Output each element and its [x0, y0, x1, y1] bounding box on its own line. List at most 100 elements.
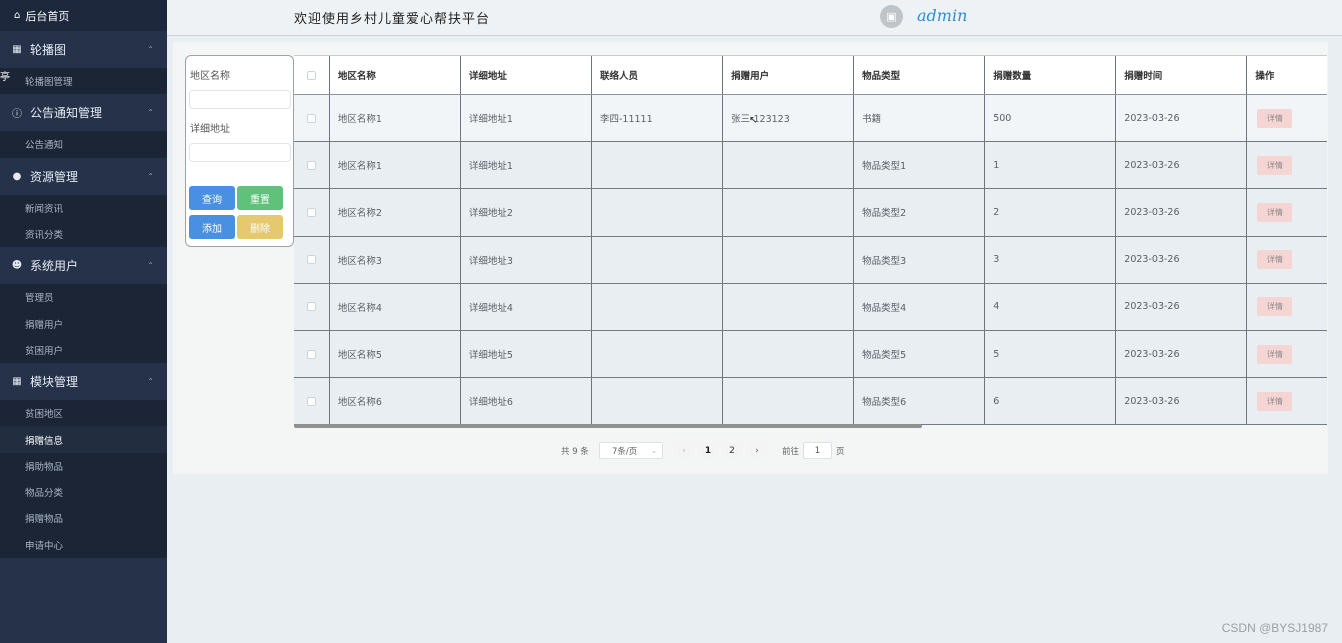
add-button[interactable]: 添加: [189, 215, 235, 239]
sidebar-group-label: 公告通知管理: [30, 106, 103, 121]
column-header: 物品类型: [854, 56, 986, 94]
row-select-cell: [294, 283, 330, 330]
search-card: 地区名称 详细地址 查询 重置 添加 删除: [185, 55, 294, 247]
cell-address: 详细地址6: [461, 378, 592, 425]
query-button[interactable]: 查询: [189, 186, 235, 210]
column-header: 地区名称: [330, 56, 461, 94]
row-select-cell: [294, 95, 330, 142]
row-checkbox[interactable]: [306, 113, 316, 123]
reset-button[interactable]: 重置: [237, 186, 283, 210]
cell-address: 详细地址4: [461, 283, 592, 330]
page-number-2[interactable]: 2: [722, 442, 742, 459]
sidebar-item-donated-goods[interactable]: 捐赠物品: [0, 505, 167, 531]
cell-quantity: 1: [985, 142, 1117, 189]
cell-region: 地区名称5: [330, 331, 461, 378]
cell-region: 地区名称1: [330, 142, 461, 189]
table-row[interactable]: 地区名称1 详细地址1 李四-11111 张三-123123 书籍 500 20…: [294, 95, 1327, 143]
detail-button[interactable]: 详情: [1257, 202, 1293, 222]
region-label: 地区名称: [190, 71, 230, 82]
pagination-total: 共 9 条: [561, 446, 589, 457]
chevron-left-icon: ‹: [682, 445, 686, 456]
sidebar-group-notice[interactable]: ⓘ 公告通知管理 ⌃: [0, 94, 167, 131]
sidebar-group-modules[interactable]: ▦ 模块管理 ⌃: [0, 363, 167, 400]
sidebar-item-news-category[interactable]: 资讯分类: [0, 221, 167, 247]
cell-quantity: 4: [985, 283, 1117, 330]
row-checkbox[interactable]: [306, 302, 316, 312]
cell-goods-type: 物品类型4: [854, 283, 986, 330]
column-header: 捐赠数量: [985, 56, 1117, 94]
image-icon: ▦: [12, 44, 22, 55]
region-input[interactable]: [189, 90, 291, 109]
row-checkbox[interactable]: [306, 396, 316, 406]
sidebar-group-carousel[interactable]: ▦ 轮播图 ⌃: [0, 31, 167, 68]
table-row[interactable]: 地区名称2 详细地址2 物品类型2 2 2023-03-26 详情: [294, 189, 1327, 237]
detail-button[interactable]: 详情: [1257, 344, 1293, 364]
chevron-up-icon: ⌃: [147, 261, 154, 271]
cell-time: 2023-03-26: [1116, 189, 1248, 236]
page-number-1[interactable]: 1: [698, 442, 718, 459]
select-all-checkbox[interactable]: [306, 70, 316, 80]
table-row[interactable]: 地区名称4 详细地址4 物品类型4 4 2023-03-26 详情: [294, 283, 1327, 331]
cell-actions: 详情: [1247, 331, 1327, 377]
page-jump-input[interactable]: 1: [803, 442, 832, 459]
cell-time: 2023-03-26: [1116, 236, 1248, 283]
grid-icon: ▦: [12, 376, 22, 388]
detail-button[interactable]: 详情: [1257, 250, 1293, 270]
chevron-up-icon: ⌃: [147, 171, 154, 181]
avatar[interactable]: ▣: [880, 5, 903, 28]
sidebar-home-label: 后台首页: [25, 9, 70, 23]
row-checkbox[interactable]: [306, 160, 316, 170]
cell-donor: [723, 142, 855, 189]
cell-contact: 李四-11111: [592, 95, 724, 142]
sidebar-item-application-center[interactable]: 申请中心: [0, 532, 167, 558]
sidebar-item-aid-goods[interactable]: 捐助物品: [0, 453, 167, 479]
page-size-select[interactable]: 7条/页 ⌄: [599, 442, 663, 459]
table-row[interactable]: 地区名称5 详细地址5 物品类型5 5 2023-03-26 详情: [294, 331, 1327, 379]
sidebar-item-notice[interactable]: 公告通知: [0, 131, 167, 157]
stop-tag: 亭: [0, 72, 10, 83]
sidebar-item-goods-category[interactable]: 物品分类: [0, 479, 167, 505]
sidebar-item-donation-info[interactable]: 捐赠信息: [0, 426, 167, 453]
sidebar-item-poor-regions[interactable]: 贫困地区: [0, 400, 167, 426]
detail-button[interactable]: 详情: [1257, 155, 1293, 175]
detail-button[interactable]: 详情: [1257, 297, 1293, 317]
sidebar-group-users[interactable]: ☻ 系统用户 ⌃: [0, 247, 167, 284]
table-row[interactable]: 地区名称3 详细地址3 物品类型3 3 2023-03-26 详情: [294, 236, 1327, 284]
row-checkbox[interactable]: [306, 207, 316, 217]
sidebar-item-news[interactable]: 新闻资讯: [0, 195, 167, 221]
horizontal-scrollbar[interactable]: [294, 424, 922, 428]
username[interactable]: admin: [917, 6, 967, 25]
cell-region: 地区名称6: [330, 378, 461, 425]
sidebar-home[interactable]: ⌂ 后台首页: [0, 0, 167, 31]
cell-address: 详细地址2: [461, 189, 592, 236]
select-all-cell: [294, 56, 330, 94]
delete-button[interactable]: 删除: [237, 215, 283, 239]
column-header: 操作: [1255, 71, 1275, 82]
sidebar-item-donor-users[interactable]: 捐赠用户: [0, 310, 167, 336]
table-row[interactable]: 地区名称6 详细地址6 物品类型6 6 2023-03-26 详情: [294, 378, 1327, 426]
row-select-cell: [294, 331, 330, 378]
sidebar-item-admin[interactable]: 管理员: [0, 284, 167, 310]
mouse-cursor-icon: ↖: [749, 115, 758, 126]
sidebar-item-poor-users[interactable]: 贫困用户: [0, 337, 167, 363]
address-label: 详细地址: [190, 124, 230, 135]
sidebar-group-label: 系统用户: [30, 259, 79, 274]
cell-goods-type: 物品类型2: [854, 189, 986, 236]
cell-donor: [723, 189, 855, 236]
address-input[interactable]: [189, 143, 291, 162]
sidebar-group-resource[interactable]: ● 资源管理 ⌃: [0, 158, 167, 195]
prev-page-button[interactable]: ‹: [674, 442, 694, 459]
cell-address: 详细地址1: [461, 142, 592, 189]
table-row[interactable]: 地区名称1 详细地址1 物品类型1 1 2023-03-26 详情: [294, 142, 1327, 190]
cell-address: 详细地址3: [461, 236, 592, 283]
detail-button[interactable]: 详情: [1257, 391, 1293, 411]
detail-button[interactable]: 详情: [1257, 108, 1293, 128]
row-checkbox[interactable]: [306, 349, 316, 359]
sidebar: ⌂ 后台首页 ▦ 轮播图 ⌃ 轮播图管理 ⓘ 公告通知管理 ⌃ 公告通知 ● 资…: [0, 0, 167, 643]
next-page-button[interactable]: ›: [747, 442, 767, 459]
cell-time: 2023-03-26: [1116, 142, 1248, 189]
cell-donor: [723, 283, 855, 330]
sidebar-item-carousel-manage[interactable]: 轮播图管理: [0, 68, 167, 94]
image-icon: ▣: [886, 10, 897, 23]
row-checkbox[interactable]: [306, 255, 316, 265]
